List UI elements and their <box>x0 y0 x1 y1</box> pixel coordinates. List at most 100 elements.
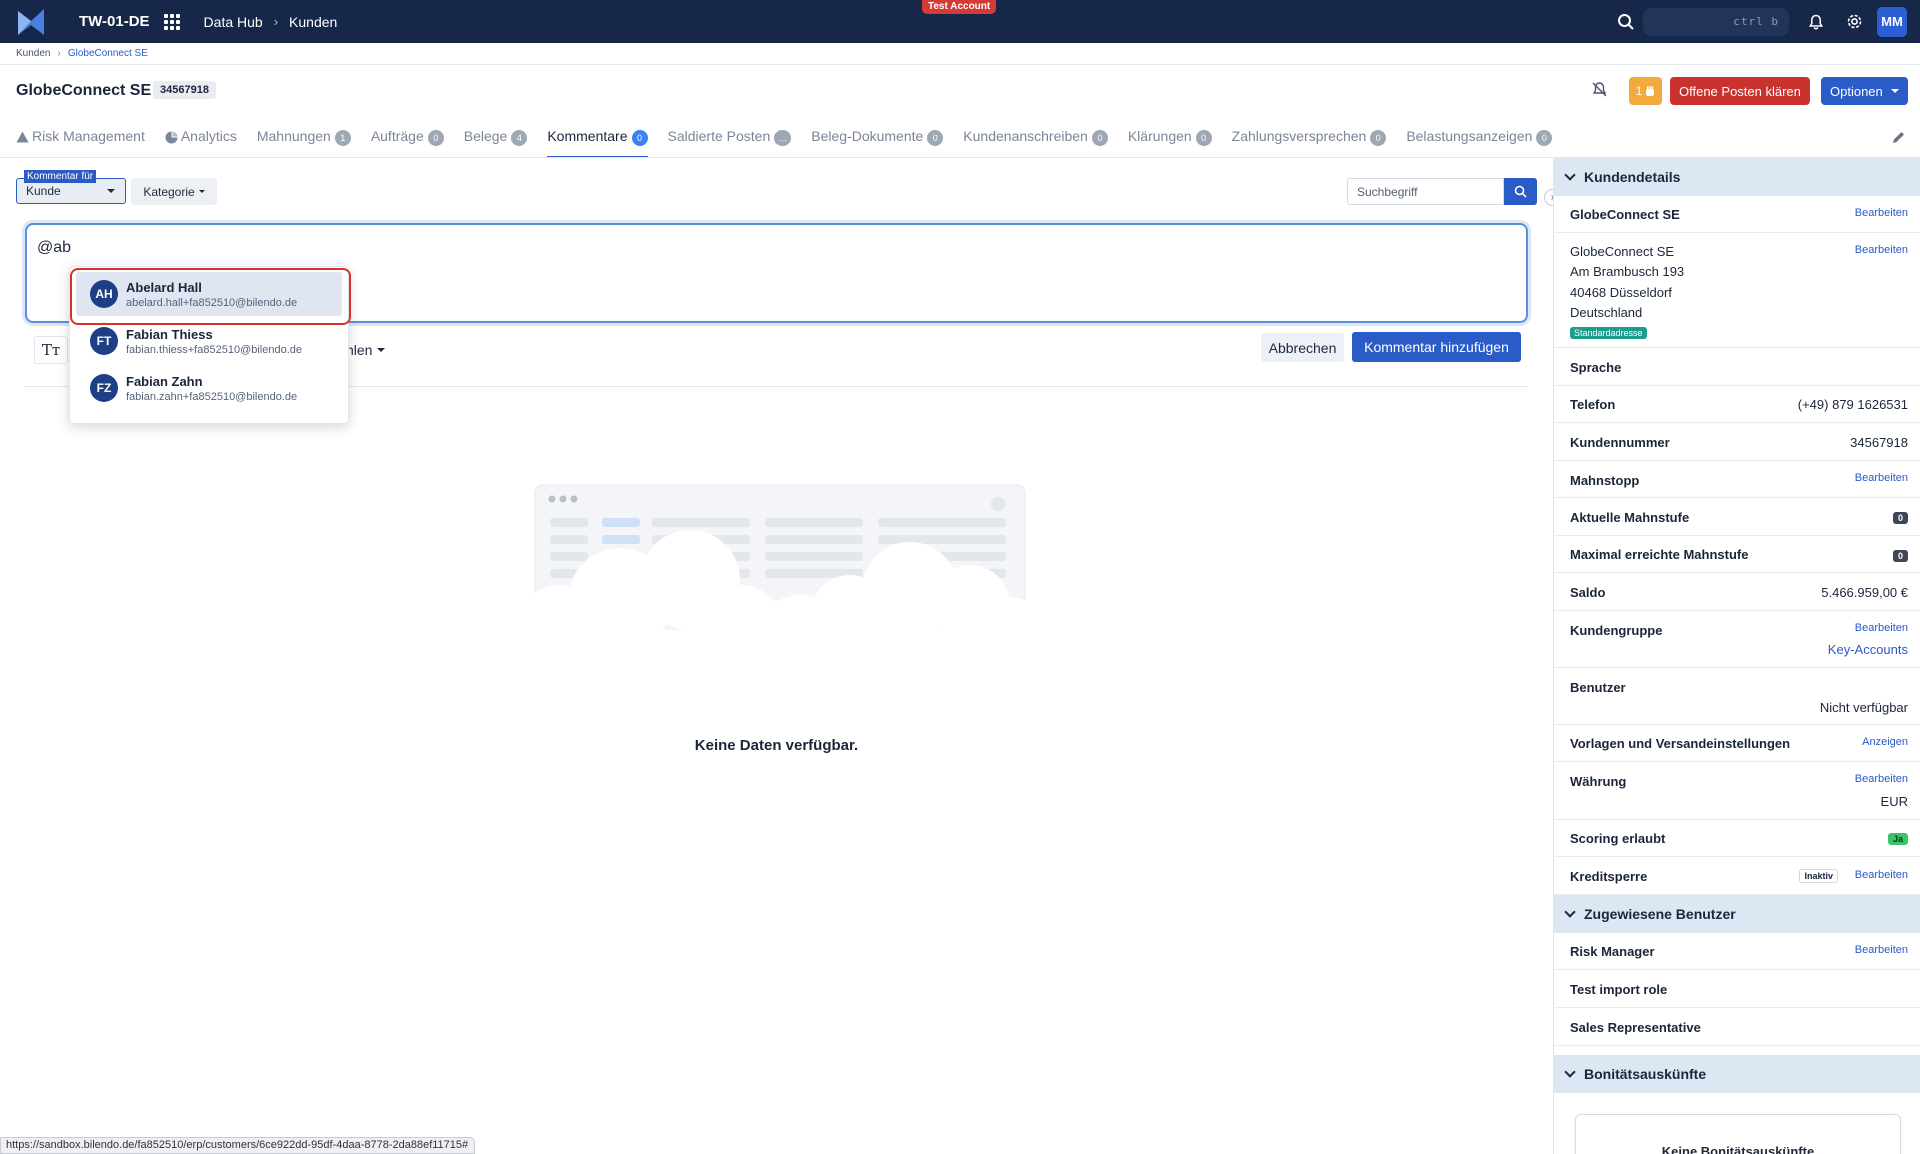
options-label: Optionen <box>1830 83 1883 99</box>
tab-belege[interactable]: Belege 4 <box>464 124 528 158</box>
tab-belastungsanzeigen[interactable]: Belastungsanzeigen 0 <box>1406 124 1553 158</box>
tab-count: 0 <box>427 130 444 146</box>
tab-count: 1 <box>334 130 351 146</box>
edit-link[interactable]: Bearbeiten <box>1855 207 1908 219</box>
tab-label: Klärungen <box>1127 128 1192 144</box>
bell-icon[interactable] <box>1805 11 1827 33</box>
tab-zahlungsversprechen[interactable]: Zahlungsversprechen 0 <box>1232 124 1387 158</box>
add-comment-button[interactable]: Kommentar hinzufügen <box>1352 332 1521 362</box>
detail-label: Mahnstopp <box>1570 473 1640 488</box>
global-search[interactable]: ctrl b <box>1643 7 1789 36</box>
nav-kunden[interactable]: Kunden <box>289 14 337 30</box>
options-button[interactable]: Optionen <box>1821 77 1908 105</box>
role-label: Risk Manager <box>1570 944 1655 959</box>
tasks-badge[interactable]: 1 <box>1629 77 1662 105</box>
tab-count: … <box>774 130 792 146</box>
detail-value: 5.466.959,00 € <box>1821 585 1908 600</box>
tab-kundenanschreiben[interactable]: Kundenanschreiben 0 <box>963 124 1108 158</box>
tab-count: 4 <box>511 130 528 146</box>
mention-option[interactable]: FT Fabian Thiess fabian.thiess+fa852510@… <box>76 319 342 363</box>
app-grid-icon[interactable] <box>163 13 180 30</box>
address-line: Am Brambusch 193 <box>1570 264 1685 279</box>
tab-mahnungen[interactable]: Mahnungen 1 <box>257 124 351 158</box>
section-title: Zugewiesene Benutzer <box>1584 906 1736 922</box>
tab-count: 0 <box>927 130 944 146</box>
caret-down-icon <box>198 190 205 193</box>
cancel-button[interactable]: Abbrechen <box>1261 333 1344 362</box>
detail-row-address: GlobeConnect SE Am Brambusch 193 40468 D… <box>1554 233 1920 348</box>
breadcrumb-kunden[interactable]: Kunden <box>16 48 50 59</box>
edit-link[interactable]: Bearbeiten <box>1855 869 1908 881</box>
user-row-risk-manager: Risk Manager Bearbeiten <box>1554 933 1920 970</box>
detail-row-templates: Vorlagen und Versandeinstellungen Anzeig… <box>1554 725 1920 762</box>
caret-down-icon <box>107 189 115 193</box>
detail-value: EUR <box>1880 794 1908 809</box>
chevron-down-icon <box>1564 1066 1576 1078</box>
pencil-icon[interactable] <box>1891 130 1906 145</box>
edit-link[interactable]: Bearbeiten <box>1855 622 1908 634</box>
app-logo[interactable] <box>16 7 46 37</box>
detail-row-customer-number: Kundennummer 34567918 <box>1554 423 1920 461</box>
section-assigned-users[interactable]: Zugewiesene Benutzer <box>1554 895 1920 933</box>
detail-row-phone: Telefon (+49) 879 1626531 <box>1554 386 1920 423</box>
level-badge: 0 <box>1892 550 1908 562</box>
pie-chart-icon <box>165 131 178 144</box>
page-title: GlobeConnect SE <box>16 82 152 99</box>
edit-link[interactable]: Bearbeiten <box>1855 773 1908 785</box>
clear-open-items-button[interactable]: Offene Posten klären <box>1670 77 1810 105</box>
detail-value[interactable]: Key-Accounts <box>1828 642 1908 657</box>
user-avatar[interactable]: MM <box>1877 6 1907 37</box>
detail-row-dunning-stop: Mahnstopp Bearbeiten <box>1554 461 1920 498</box>
tab-auftraege[interactable]: Aufträge 0 <box>371 124 444 158</box>
role-label: Test import role <box>1570 982 1668 997</box>
tab-analytics[interactable]: Analytics <box>165 124 237 158</box>
tab-label: Kundenanschreiben <box>963 128 1088 144</box>
tenant-name[interactable]: TW-01-DE <box>79 13 150 30</box>
section-credit-reports[interactable]: Bonitätsauskünfte <box>1554 1055 1920 1093</box>
tab-beleg-dokumente[interactable]: Beleg-Dokumente 0 <box>811 124 944 158</box>
detail-row-name: GlobeConnect SE Bearbeiten <box>1554 196 1920 233</box>
status-bar-url: https://sandbox.bilendo.de/fa852510/erp/… <box>0 1137 476 1154</box>
chevron-right-icon: › <box>57 48 61 59</box>
tab-label: Zahlungsversprechen <box>1231 128 1367 144</box>
tab-klaerungen[interactable]: Klärungen 0 <box>1128 124 1212 158</box>
tab-saldierte-posten[interactable]: Saldierte Posten… <box>668 124 792 158</box>
user-row-test-import: Test import role <box>1554 970 1920 1008</box>
tab-count: 0 <box>1370 130 1387 146</box>
section-kundendetails[interactable]: Kundendetails <box>1554 158 1920 196</box>
detail-row-max-level: Maximal erreichte Mahnstufe 0 <box>1554 536 1920 573</box>
edit-link[interactable]: Bearbeiten <box>1855 944 1908 956</box>
credit-empty-text: Keine Bonitätsauskünfte <box>1661 1144 1815 1154</box>
mention-email: fabian.thiess+fa852510@bilendo.de <box>126 343 302 356</box>
show-link[interactable]: Anzeigen <box>1862 736 1908 748</box>
nav-data-hub[interactable]: Data Hub <box>204 14 263 30</box>
edit-link[interactable]: Bearbeiten <box>1855 472 1908 484</box>
choose-dropdown[interactable]: hlen <box>346 336 386 364</box>
breadcrumb-customer[interactable]: GlobeConnect SE <box>68 48 148 59</box>
scoring-badge: Ja <box>1887 833 1908 845</box>
detail-row-scoring: Scoring erlaubt Ja <box>1554 820 1920 857</box>
tab-risk-management[interactable]: Risk Management <box>16 124 145 158</box>
tab-label: Aufträge <box>370 128 424 144</box>
search-button[interactable] <box>1504 178 1537 205</box>
detail-value: (+49) 879 1626531 <box>1797 397 1908 412</box>
detail-label: Telefon <box>1570 397 1616 412</box>
tab-count: 0 <box>631 130 648 146</box>
tab-label: Belege <box>463 128 508 144</box>
address-line: Deutschland <box>1570 305 1643 320</box>
detail-label: Saldo <box>1570 585 1606 600</box>
tab-kommentare[interactable]: Kommentare 0 <box>547 124 648 158</box>
tab-label: Analytics <box>180 128 237 144</box>
search-shortcut: ctrl b <box>1733 15 1779 28</box>
text-format-icon[interactable]: Tт <box>34 336 68 364</box>
breadcrumb: Kunden › GlobeConnect SE <box>16 48 148 59</box>
gear-icon[interactable] <box>1843 11 1865 33</box>
detail-value: 34567918 <box>1850 435 1908 450</box>
category-dropdown[interactable]: Kategorie <box>131 178 217 205</box>
search-input[interactable] <box>1347 178 1504 205</box>
search-icon[interactable] <box>1617 13 1635 31</box>
status-badge: Inaktiv <box>1799 869 1838 883</box>
bell-off-icon[interactable] <box>1591 81 1608 98</box>
edit-link[interactable]: Bearbeiten <box>1855 244 1908 256</box>
mention-option[interactable]: FZ Fabian Zahn fabian.zahn+fa852510@bile… <box>76 366 342 410</box>
